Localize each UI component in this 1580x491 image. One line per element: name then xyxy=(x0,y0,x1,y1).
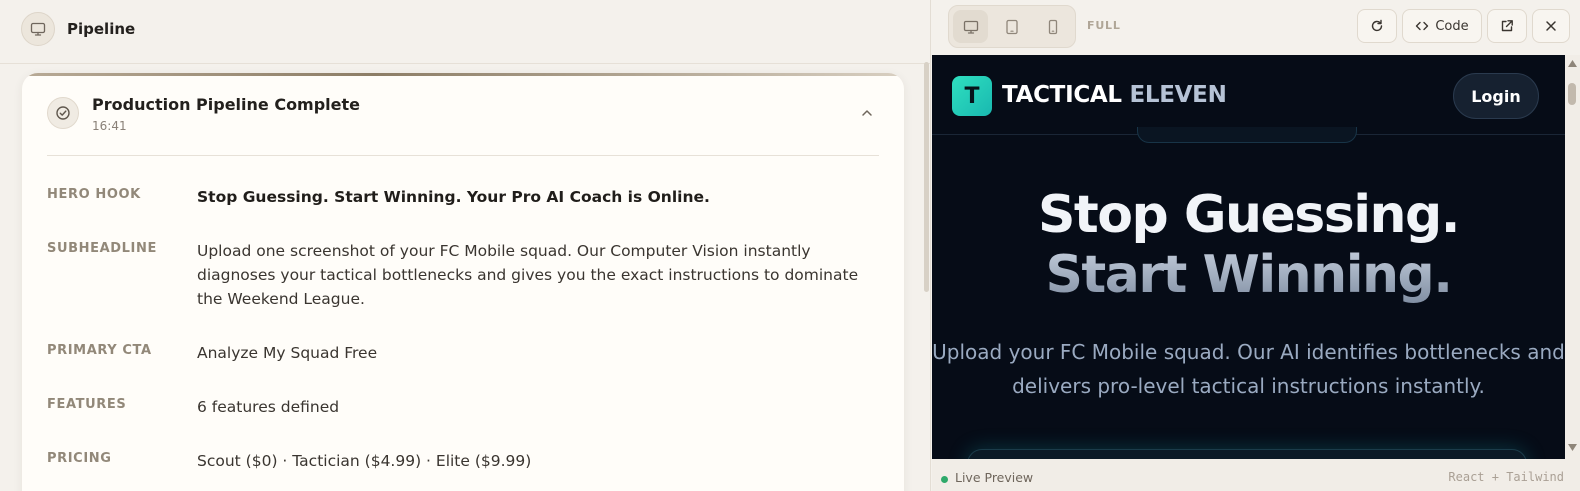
row-value: Scout ($0) · Tactician ($4.99) · Elite (… xyxy=(197,452,532,470)
header-divider xyxy=(0,63,931,64)
preview-panel: FULL Code T TACTICAL ELEVEN Login Stop G… xyxy=(932,0,1580,491)
code-button-label: Code xyxy=(1435,18,1469,34)
row-value: Upload one screenshot of your FC Mobile … xyxy=(197,242,859,308)
tech-stack-label: React + Tailwind xyxy=(1448,470,1564,484)
row-value: 6 features defined xyxy=(197,398,340,416)
pipeline-title: Pipeline xyxy=(67,20,136,38)
scroll-up-arrow-icon[interactable] xyxy=(1567,59,1578,68)
live-status-dot xyxy=(941,476,948,483)
card-title: Production Pipeline Complete xyxy=(92,95,361,114)
refresh-icon xyxy=(1371,19,1383,32)
tablet-icon xyxy=(1005,19,1018,34)
device-toggle-group xyxy=(948,5,1076,48)
hero-badge-pill xyxy=(1137,127,1357,143)
card-accent-bar xyxy=(22,73,904,76)
mobile-icon xyxy=(1048,19,1057,34)
open-external-button[interactable] xyxy=(1487,9,1527,43)
hero-line-1: Stop Guessing. xyxy=(1037,185,1461,245)
login-button[interactable]: Login xyxy=(1453,73,1539,119)
collapse-button[interactable] xyxy=(857,103,877,123)
row-value: Analyze My Squad Free xyxy=(197,344,378,362)
preview-toolbar: FULL Code xyxy=(932,0,1580,55)
row-label: SUBHEADLINE xyxy=(47,241,157,256)
row-label: PRIMARY CTA xyxy=(47,343,152,358)
viewport-mode-label: FULL xyxy=(1087,19,1121,32)
pipeline-header: Pipeline xyxy=(0,0,931,58)
card-timestamp: 16:41 xyxy=(92,119,127,133)
left-scrollbar-thumb[interactable] xyxy=(924,62,929,292)
row-value: Stop Guessing. Start Winning. Your Pro A… xyxy=(197,188,710,206)
external-link-icon xyxy=(1501,20,1513,32)
live-preview-label: Live Preview xyxy=(955,470,1034,485)
hero-line-2: Start Winning. xyxy=(932,245,1565,305)
code-icon xyxy=(1416,21,1429,31)
brand-name-part1: TACTICAL xyxy=(1002,82,1122,108)
desktop-icon xyxy=(963,20,978,34)
close-icon xyxy=(1546,21,1556,31)
pipeline-panel: Pipeline Production Pipeline Complete 16… xyxy=(0,0,931,491)
card-divider xyxy=(47,155,879,156)
brand-logo[interactable]: T xyxy=(952,76,992,116)
desktop-view-button[interactable] xyxy=(953,10,988,43)
code-button[interactable]: Code xyxy=(1402,9,1482,43)
row-label: FEATURES xyxy=(47,397,127,412)
row-label: PRICING xyxy=(47,451,112,466)
brand-name[interactable]: TACTICAL ELEVEN xyxy=(1002,82,1227,108)
pipeline-result-card: Production Pipeline Complete 16:41 HERO … xyxy=(22,73,904,491)
close-preview-button[interactable] xyxy=(1532,9,1570,43)
hero-cta-button[interactable] xyxy=(967,449,1527,459)
hero-headline: Stop Guessing. Start Winning. xyxy=(932,185,1565,305)
preview-scrollbar-thumb[interactable] xyxy=(1568,83,1576,105)
chevron-up-icon xyxy=(862,110,872,116)
tablet-view-button[interactable] xyxy=(994,10,1029,43)
live-preview-frame[interactable]: T TACTICAL ELEVEN Login Stop Guessing. S… xyxy=(932,55,1565,459)
row-label: HERO HOOK xyxy=(47,187,141,202)
card-header[interactable]: Production Pipeline Complete 16:41 xyxy=(47,95,877,155)
refresh-button[interactable] xyxy=(1357,9,1397,43)
status-bar: Live Preview React + Tailwind xyxy=(932,466,1580,491)
preview-scrollbar[interactable] xyxy=(1565,55,1580,459)
site-navbar: T TACTICAL ELEVEN Login xyxy=(932,55,1565,135)
hero-subtext: Upload your FC Mobile squad. Our AI iden… xyxy=(932,340,1565,398)
monitor-icon xyxy=(21,12,55,46)
mobile-view-button[interactable] xyxy=(1035,10,1070,43)
scroll-down-arrow-icon[interactable] xyxy=(1567,443,1578,452)
brand-name-part2: ELEVEN xyxy=(1129,82,1227,108)
check-circle-icon xyxy=(47,97,79,129)
